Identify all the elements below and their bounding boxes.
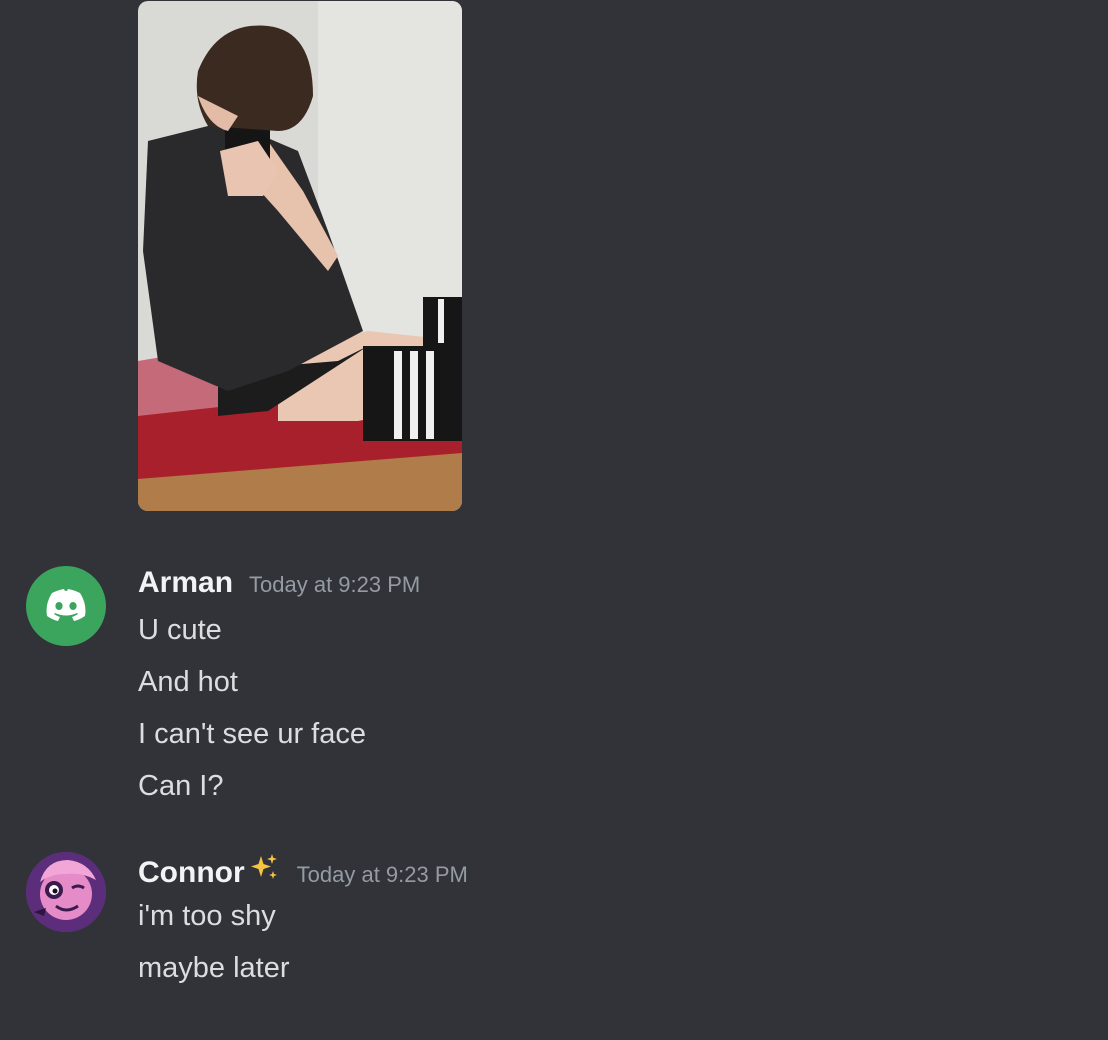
message-line: i'm too shy xyxy=(138,900,276,932)
chat-messages-panel: Arman Today at 9:23 PM U cute And hot I … xyxy=(0,0,1108,1040)
sparkles-icon xyxy=(247,852,279,887)
message-line: And hot xyxy=(138,666,238,698)
message-line: Can I? xyxy=(138,770,224,802)
image-attachment[interactable] xyxy=(138,1,462,511)
message-line: I can't see ur face xyxy=(138,718,366,750)
message-content: i'm too shy maybe later xyxy=(138,898,290,1002)
message-header: Arman Today at 9:23 PM xyxy=(138,566,420,600)
photo-image xyxy=(138,1,462,511)
username[interactable]: Connor xyxy=(138,856,245,890)
avatar[interactable] xyxy=(26,852,106,932)
avatar[interactable] xyxy=(26,566,106,646)
message-header: Connor Today at 9:23 PM xyxy=(138,852,468,890)
message-line: maybe later xyxy=(138,952,290,984)
message-content: U cute And hot I can't see ur face Can I… xyxy=(138,612,366,820)
cartoon-face-avatar-icon xyxy=(26,852,106,932)
discord-logo-icon xyxy=(46,589,86,621)
username[interactable]: Arman xyxy=(138,566,233,600)
message-line: U cute xyxy=(138,614,222,646)
timestamp[interactable]: Today at 9:23 PM xyxy=(249,572,420,598)
timestamp[interactable]: Today at 9:23 PM xyxy=(297,862,468,888)
